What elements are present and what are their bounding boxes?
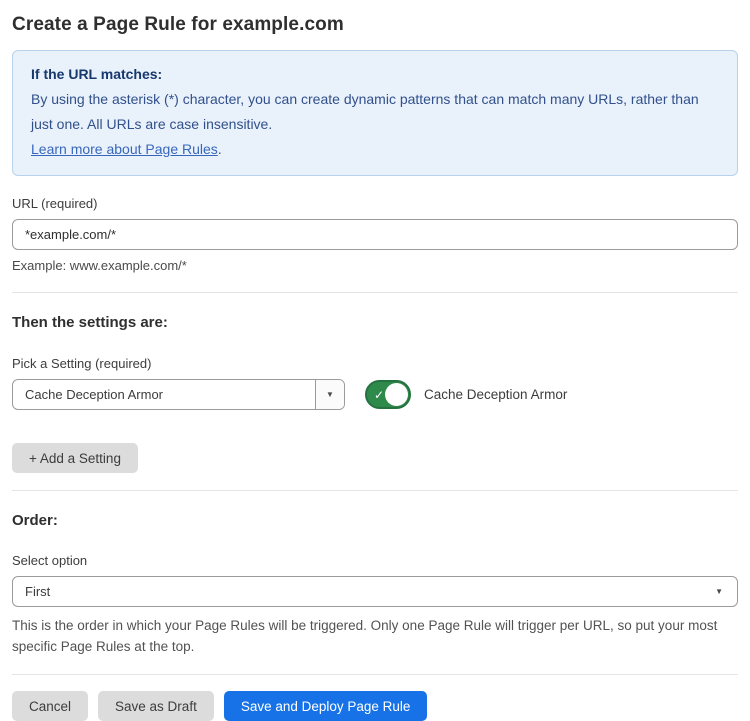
divider (12, 674, 738, 675)
pick-setting-label: Pick a Setting (required) (12, 356, 738, 372)
save-and-deploy-button[interactable]: Save and Deploy Page Rule (224, 691, 428, 721)
save-as-draft-button[interactable]: Save as Draft (98, 691, 214, 721)
order-select[interactable]: First ▼ (12, 576, 738, 607)
link-period: . (218, 141, 222, 157)
info-box-link-line: Learn more about Page Rules. (31, 137, 719, 162)
setting-row: Cache Deception Armor ▼ ✓ Cache Deceptio… (12, 379, 738, 410)
info-box-body: By using the asterisk (*) character, you… (31, 87, 719, 137)
url-matches-info-box: If the URL matches: By using the asteris… (12, 50, 738, 176)
divider (12, 490, 738, 491)
page-title: Create a Page Rule for example.com (12, 12, 738, 38)
learn-more-link[interactable]: Learn more about Page Rules (31, 141, 218, 157)
order-section-heading: Order: (12, 511, 738, 530)
setting-select-arrow-button[interactable]: ▼ (315, 380, 344, 409)
setting-select-value: Cache Deception Armor (13, 387, 315, 402)
order-select-value: First (13, 584, 715, 599)
url-field-label: URL (required) (12, 196, 738, 212)
info-box-heading: If the URL matches: (31, 62, 719, 87)
toggle-label: Cache Deception Armor (424, 387, 567, 402)
toggle-knob (385, 383, 408, 406)
url-field-helper: Example: www.example.com/* (12, 257, 738, 275)
settings-section-heading: Then the settings are: (12, 313, 738, 332)
setting-select[interactable]: Cache Deception Armor ▼ (12, 379, 345, 410)
cancel-button[interactable]: Cancel (12, 691, 88, 721)
check-icon: ✓ (374, 389, 384, 401)
order-helper-text: This is the order in which your Page Rul… (12, 615, 732, 657)
select-option-label: Select option (12, 553, 738, 569)
create-page-rule-form: Create a Page Rule for example.com If th… (0, 0, 750, 721)
add-setting-button[interactable]: + Add a Setting (12, 443, 138, 473)
chevron-down-icon: ▼ (715, 588, 737, 596)
url-input[interactable] (12, 219, 738, 250)
divider (12, 292, 738, 293)
chevron-down-icon: ▼ (326, 391, 334, 399)
cache-deception-armor-toggle[interactable]: ✓ (365, 380, 411, 409)
footer-actions: Cancel Save as Draft Save and Deploy Pag… (12, 691, 738, 721)
